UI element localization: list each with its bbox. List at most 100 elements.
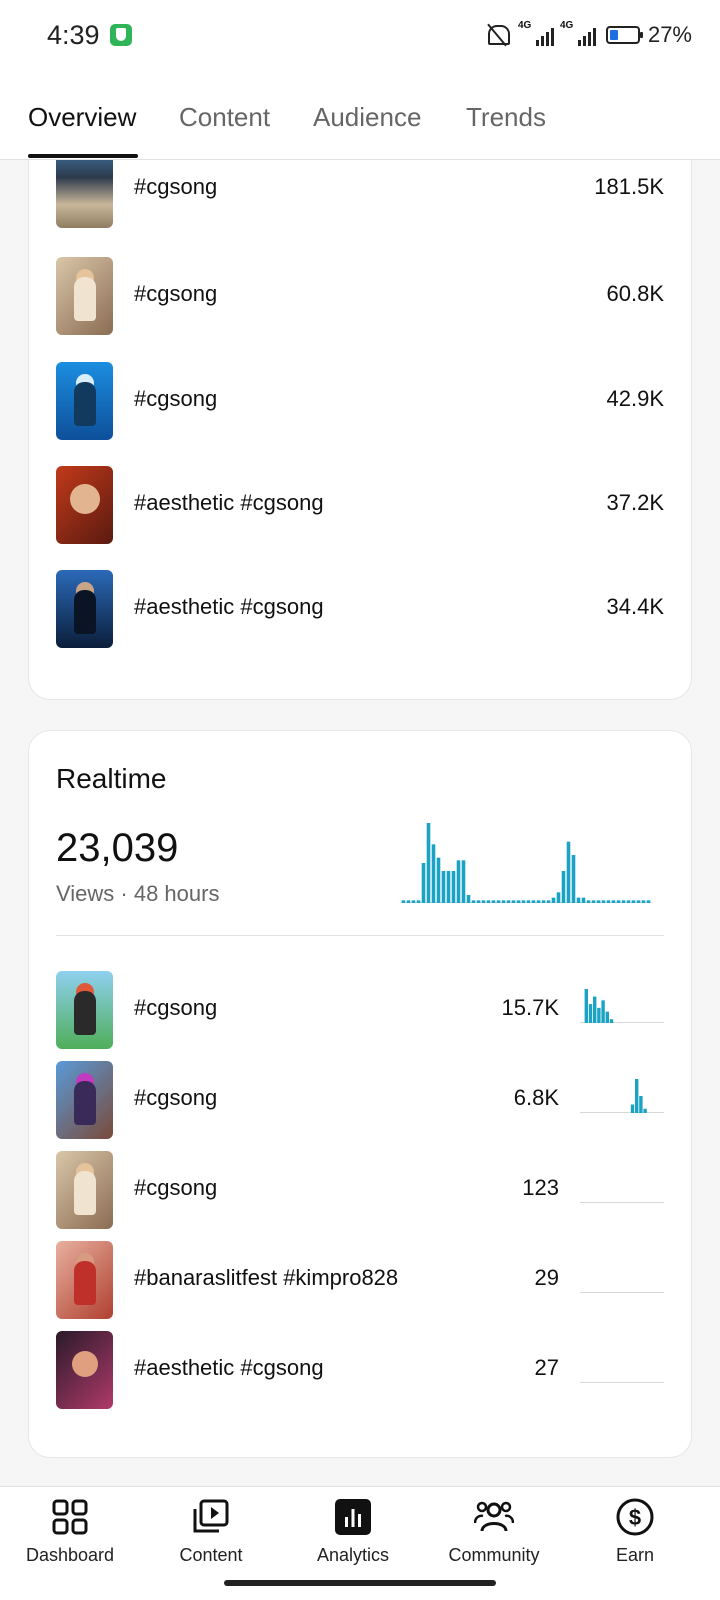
- video-thumbnail: [56, 362, 113, 440]
- chart-bar: [501, 900, 506, 903]
- analytics-tabs: Overview Content Audience Trends: [0, 70, 720, 160]
- realtime-item-views: 27: [534, 1355, 559, 1380]
- video-thumbnail: [56, 971, 113, 1049]
- chart-bar: [631, 900, 636, 903]
- content-row[interactable]: #aesthetic #cgsong 34.4K: [56, 570, 664, 648]
- content-row[interactable]: #aesthetic #cgsong 37.2K: [56, 466, 664, 544]
- nav-content[interactable]: Content: [151, 1497, 271, 1566]
- content-row[interactable]: #cgsong 181.5K: [56, 150, 664, 228]
- nav-analytics[interactable]: Analytics: [293, 1497, 413, 1566]
- home-indicator[interactable]: [224, 1580, 496, 1586]
- video-thumbnail: [56, 1241, 113, 1319]
- chart-bar: [630, 1104, 635, 1113]
- tab-content[interactable]: Content: [179, 102, 270, 133]
- realtime-row[interactable]: #aesthetic #cgsong 27: [56, 1331, 664, 1409]
- status-indicators: 4G 4G 27%: [484, 20, 692, 50]
- realtime-row[interactable]: #cgsong 15.7K: [56, 971, 664, 1049]
- active-tab-indicator: [28, 154, 138, 158]
- chart-bar: [466, 895, 471, 903]
- nav-dashboard[interactable]: Dashboard: [10, 1497, 130, 1566]
- chart-bar: [611, 900, 616, 903]
- chart-bar: [636, 900, 641, 903]
- realtime-subtitle: Views · 48 hours: [56, 881, 220, 906]
- chart-bar: [588, 1004, 593, 1023]
- chart-bar: [446, 871, 451, 903]
- chart-bar: [561, 871, 566, 903]
- signal-1-label: 4G: [517, 20, 532, 31]
- video-thumbnail: [56, 1151, 113, 1229]
- chart-bar: [496, 900, 501, 903]
- chart-bar: [646, 900, 651, 903]
- chart-bar: [596, 900, 601, 903]
- chart-bar: [635, 1079, 639, 1113]
- chart-bar: [471, 900, 476, 903]
- video-thumbnail: [56, 1331, 113, 1409]
- realtime-item-title: #cgsong: [134, 1175, 218, 1200]
- chart-bar: [597, 1007, 601, 1023]
- chart-bar: [601, 900, 606, 903]
- chart-bar: [531, 900, 536, 903]
- chart-bar: [581, 897, 586, 903]
- content-row[interactable]: #cgsong 60.8K: [56, 257, 664, 335]
- nav-community-label: Community: [448, 1545, 540, 1565]
- content-views: 34.4K: [606, 594, 665, 619]
- realtime-bar-chart: [401, 823, 651, 903]
- content-title: #cgsong: [134, 174, 218, 199]
- top-content-card: #cgsong 181.5K #cgsong 60.8K #cgsong 42.…: [28, 130, 692, 700]
- chart-bar: [516, 900, 521, 903]
- realtime-item-title: #banaraslitfest #kimpro828: [134, 1265, 399, 1290]
- chart-bar: [566, 841, 571, 903]
- chart-bar: [639, 1096, 643, 1113]
- signal-2-label: 4G: [559, 20, 574, 31]
- realtime-row[interactable]: #cgsong 6.8K: [56, 1061, 664, 1139]
- chart-bar: [416, 900, 421, 903]
- nav-analytics-label: Analytics: [316, 1545, 390, 1565]
- chart-bar: [556, 892, 561, 903]
- realtime-item-views: 6.8K: [513, 1085, 559, 1110]
- chart-bar: [441, 871, 446, 903]
- signal-1-icon: 4G: [518, 20, 554, 46]
- tab-audience[interactable]: Audience: [313, 102, 421, 133]
- bell-muted-icon: [484, 23, 512, 47]
- realtime-row[interactable]: #cgsong 123: [56, 1151, 664, 1229]
- content-title: #cgsong: [134, 281, 218, 306]
- tab-trends[interactable]: Trends: [466, 102, 546, 133]
- realtime-row[interactable]: #banaraslitfest #kimpro828 29: [56, 1241, 664, 1319]
- chart-bar: [511, 900, 516, 903]
- realtime-item-sparkline: [580, 1079, 664, 1113]
- content-views: 60.8K: [606, 281, 665, 306]
- earn-icon: $: [616, 1498, 654, 1536]
- realtime-card: Realtime 23,039 Views · 48 hours #cgsong…: [28, 730, 692, 1458]
- video-thumbnail: [56, 1061, 113, 1139]
- chart-bar: [601, 1000, 605, 1023]
- chart-bar: [506, 900, 511, 903]
- status-bar: 4:39 4G 4G 27%: [0, 0, 720, 70]
- realtime-item-sparkline: [580, 1382, 664, 1383]
- nav-earn-label: Earn: [615, 1545, 655, 1565]
- battery-percent: 27%: [647, 22, 692, 47]
- realtime-title: Realtime: [56, 763, 167, 794]
- tab-overview[interactable]: Overview: [28, 102, 136, 133]
- nav-content-label: Content: [179, 1545, 243, 1565]
- content-row[interactable]: #cgsong 42.9K: [56, 362, 664, 440]
- chart-bar: [576, 897, 581, 903]
- chart-bar: [593, 996, 597, 1023]
- realtime-item-views: 15.7K: [501, 995, 560, 1020]
- realtime-item-views: 29: [534, 1265, 559, 1290]
- chart-bar: [476, 900, 481, 903]
- content-views: 37.2K: [606, 490, 665, 515]
- chart-bar: [551, 897, 556, 903]
- chart-bar: [421, 863, 426, 903]
- content-views: 181.5K: [594, 174, 664, 199]
- chart-bar: [609, 1019, 614, 1023]
- chart-bar: [456, 860, 461, 903]
- chart-bar: [616, 900, 621, 903]
- chart-bar: [436, 857, 441, 903]
- realtime-item-sparkline: [580, 1202, 664, 1203]
- nav-earn[interactable]: $ Earn: [575, 1497, 695, 1566]
- video-thumbnail: [56, 150, 113, 228]
- nav-community[interactable]: Community: [434, 1497, 554, 1566]
- realtime-item-sparkline: [580, 989, 664, 1023]
- chart-bar: [406, 900, 411, 903]
- chart-bar: [526, 900, 531, 903]
